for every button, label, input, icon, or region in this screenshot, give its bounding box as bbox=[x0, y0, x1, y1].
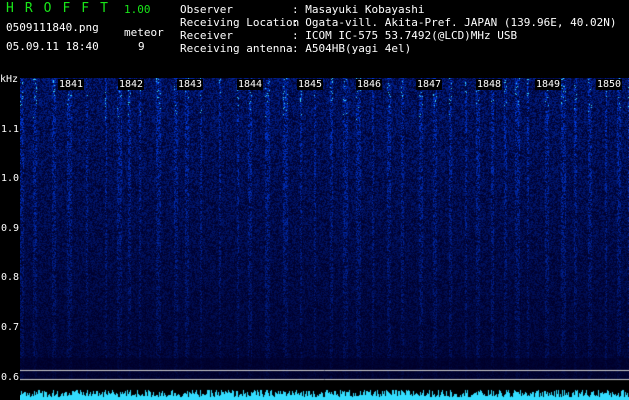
time-label-1842: 1842 bbox=[118, 79, 145, 90]
info-key: Receiving antenna bbox=[180, 42, 293, 55]
freq-label-0.8: 0.8 bbox=[1, 272, 20, 283]
info-row-receiver: Receiver : ICOM IC-575 53.7492(@LCD)MHz … bbox=[180, 29, 617, 42]
info-value: : A504HB(yagi 4el) bbox=[292, 42, 412, 55]
time-label-1841: 1841 bbox=[58, 79, 85, 90]
info-row-observer: Observer : Masayuki Kobayashi bbox=[180, 3, 617, 16]
time-label-1845: 1845 bbox=[297, 79, 324, 90]
info-key: Observer bbox=[180, 3, 233, 16]
app-version: 1.00 bbox=[124, 3, 151, 16]
info-value: : Ogata-vill. Akita-Pref. JAPAN (139.96E… bbox=[292, 16, 617, 29]
time-label-1843: 1843 bbox=[177, 79, 204, 90]
station-info: Observer : Masayuki Kobayashi Receiving … bbox=[180, 3, 617, 55]
freq-unit-label: kHz bbox=[0, 74, 19, 85]
spectrogram-canvas bbox=[20, 78, 629, 400]
info-value: : ICOM IC-575 53.7492(@LCD)MHz USB bbox=[292, 29, 518, 42]
file-name: 0509111840.png bbox=[6, 21, 99, 34]
freq-label-1.1: 1.1 bbox=[1, 124, 20, 135]
info-key: Receiving Location bbox=[180, 16, 300, 29]
meteor-label: meteor bbox=[124, 26, 164, 39]
date-time: 05.09.11 18:40 bbox=[6, 40, 99, 53]
time-label-1848: 1848 bbox=[476, 79, 503, 90]
freq-label-0.6: 0.6 bbox=[1, 372, 20, 383]
time-label-1844: 1844 bbox=[237, 79, 264, 90]
meteor-count: 9 bbox=[138, 40, 145, 53]
time-label-1850: 1850 bbox=[596, 79, 623, 90]
freq-label-0.7: 0.7 bbox=[1, 322, 20, 333]
time-label-1847: 1847 bbox=[416, 79, 443, 90]
app-title: HROFFT bbox=[6, 1, 119, 16]
header-panel: HROFFT 1.00 0509111840.png 05.09.11 18:4… bbox=[0, 0, 629, 78]
freq-label-0.9: 0.9 bbox=[1, 223, 20, 234]
info-value: : Masayuki Kobayashi bbox=[292, 3, 425, 16]
info-row-antenna: Receiving antenna : A504HB(yagi 4el) bbox=[180, 42, 617, 55]
freq-label-1.0: 1.0 bbox=[1, 173, 20, 184]
time-label-1849: 1849 bbox=[535, 79, 562, 90]
info-key: Receiver bbox=[180, 29, 233, 42]
info-row-location: Receiving Location : Ogata-vill. Akita-P… bbox=[180, 16, 617, 29]
time-label-1846: 1846 bbox=[356, 79, 383, 90]
